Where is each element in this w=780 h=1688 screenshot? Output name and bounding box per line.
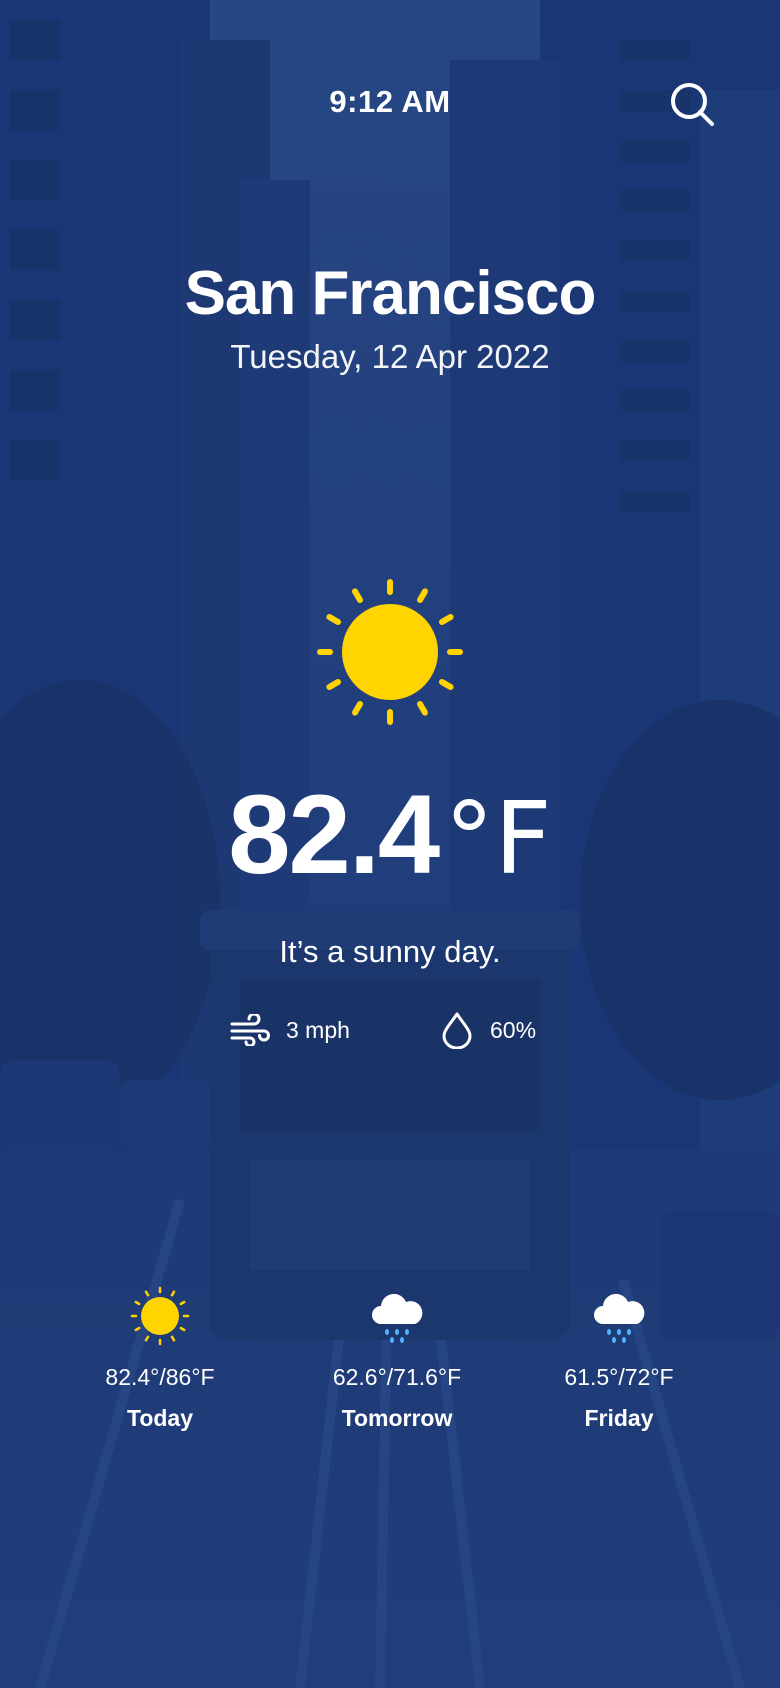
- current-date: Tuesday, 12 Apr 2022: [230, 338, 550, 375]
- sun-icon: [130, 1286, 190, 1346]
- rain-cloud-icon: [594, 1293, 645, 1343]
- city-name: San Francisco: [184, 259, 597, 328]
- temperature-unit: °F: [444, 780, 552, 897]
- humidity-stat: 60%: [440, 1010, 536, 1050]
- forecast-day-friday[interactable]: 61.5°/72°F Friday: [509, 1280, 729, 1432]
- forecast-range: 62.6°/71.6°F: [332, 1364, 462, 1390]
- forecast-range: 61.5°/72°F: [564, 1364, 674, 1390]
- humidity-value: 60%: [490, 1016, 537, 1043]
- forecast-label: Friday: [584, 1405, 654, 1431]
- search-icon: [671, 83, 714, 126]
- wind-icon: [230, 1014, 270, 1046]
- forecast-day-tomorrow[interactable]: 62.6°/71.6°F Tomorrow: [287, 1280, 507, 1432]
- status-time: 9:12 AM: [329, 84, 451, 119]
- search-button[interactable]: [668, 80, 716, 128]
- droplet-icon: [442, 1012, 472, 1049]
- forecast-label: Today: [126, 1405, 194, 1431]
- wind-speed: 3 mph: [286, 1016, 350, 1043]
- forecast-range: 82.4°/86°F: [105, 1364, 215, 1390]
- wind-stat: 3 mph: [230, 1010, 350, 1050]
- condition-text: It’s a sunny day.: [279, 934, 501, 969]
- sun-icon: [317, 579, 463, 725]
- temperature-value: 82.4: [228, 772, 440, 897]
- forecast-day-today[interactable]: 82.4°/86°F Today: [50, 1280, 270, 1432]
- current-temperature: 82.4°F: [0, 770, 780, 899]
- forecast-label: Tomorrow: [341, 1405, 453, 1431]
- rain-cloud-icon: [372, 1293, 423, 1343]
